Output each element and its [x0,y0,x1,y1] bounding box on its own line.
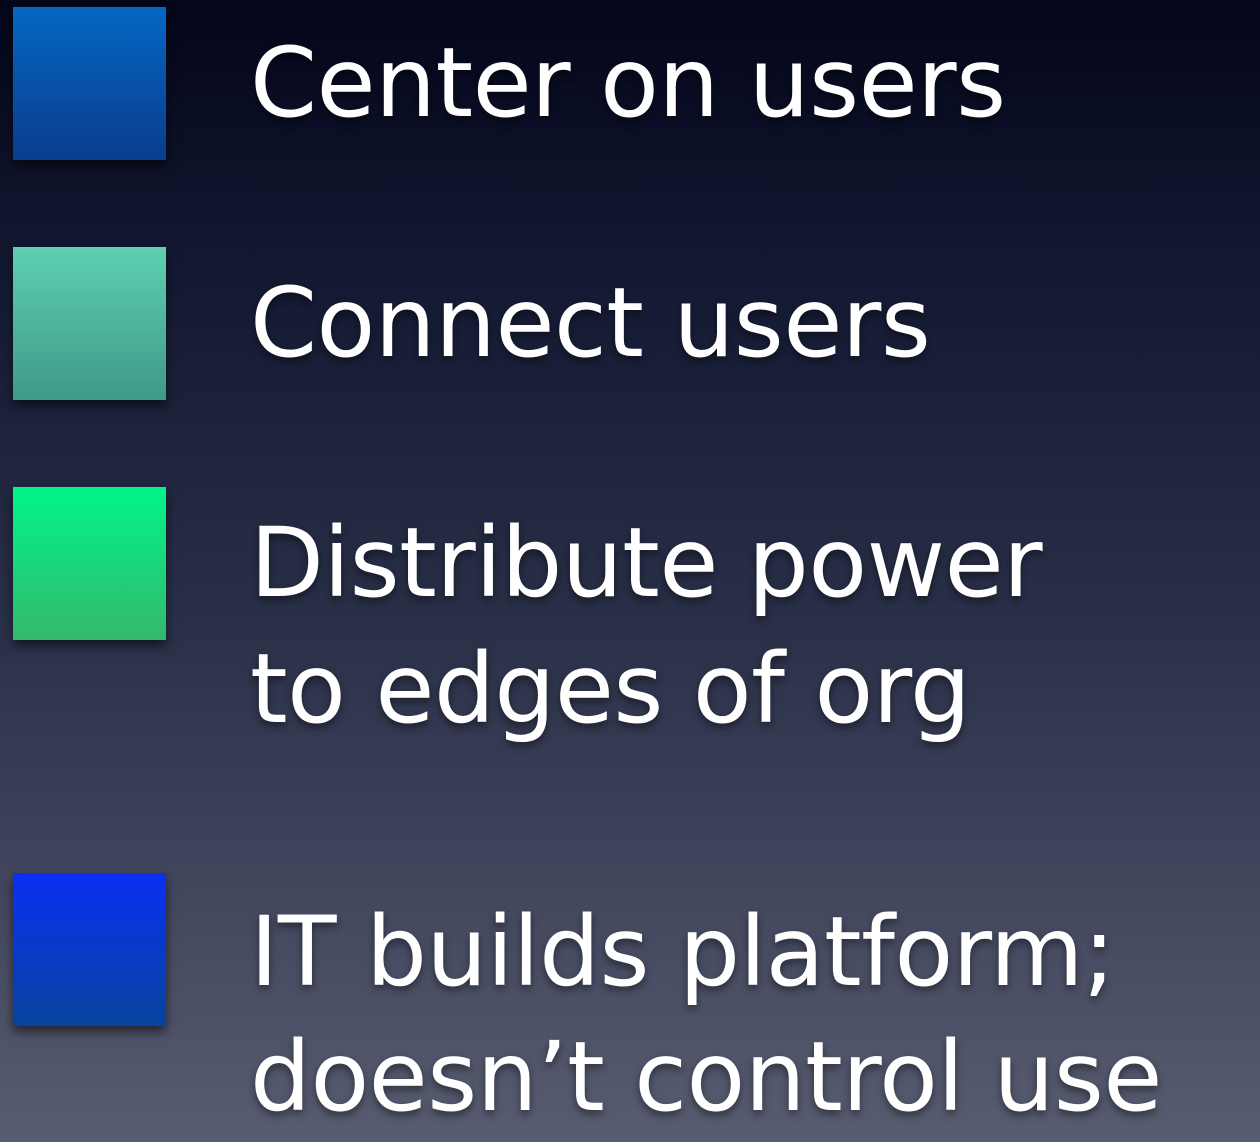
bullet-text: Connect users [250,267,931,379]
bullet-square-icon [13,7,166,160]
slide: Center on users Connect users Distribute… [0,0,1260,1142]
bullet-square-icon [13,487,166,640]
bullet-text-line-2: to edges of org [250,633,971,745]
bullet-text-line-1: IT builds platform; [250,896,1115,1008]
bullet-square-icon [13,873,166,1026]
bullet-text-line-2: doesn’t control use [250,1021,1162,1133]
bullet-square-icon [13,247,166,400]
bullet-text-line-1: Distribute power [250,507,1043,619]
bullet-text: Center on users [250,27,1006,139]
